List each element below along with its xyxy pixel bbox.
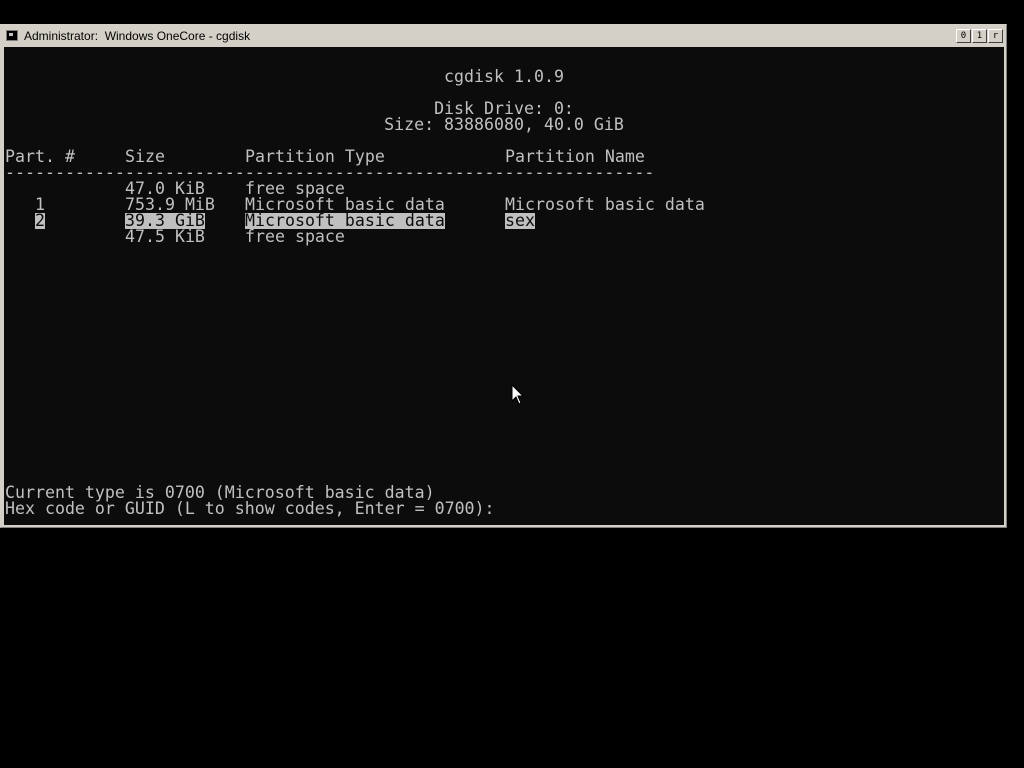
minimize-button[interactable]: 0: [956, 29, 971, 43]
partition-size: 47.5 KiB: [125, 227, 205, 246]
table-row[interactable]: 1 753.9 MiB Microsoft basic data Microso…: [4, 196, 705, 213]
partition-number: 2: [35, 211, 45, 230]
table-row-selected[interactable]: 2 39.3 GiB Microsoft basic data sex: [4, 211, 535, 230]
window-controls: 01r: [955, 29, 1003, 43]
console-area[interactable]: cgdisk 1.0.9 Disk Drive: 0: Size: 838860…: [4, 47, 1004, 525]
hex-code-prompt[interactable]: Hex code or GUID (L to show codes, Enter…: [5, 500, 495, 517]
table-row[interactable]: 47.5 KiB free space: [4, 228, 345, 245]
partition-type: free space: [245, 227, 345, 246]
console-app-icon[interactable]: [6, 30, 18, 41]
disk-size-label: Size: 83886080, 40.0 GiB: [384, 115, 624, 134]
console-window: Administrator: Windows OneCore - cgdisk …: [0, 24, 1007, 528]
partition-name: sex: [505, 211, 535, 230]
table-row[interactable]: 47.0 KiB free space: [4, 180, 345, 197]
title-bar[interactable]: Administrator: Windows OneCore - cgdisk …: [3, 27, 1004, 45]
app-version: cgdisk 1.0.9: [444, 67, 564, 86]
close-button[interactable]: r: [988, 29, 1003, 43]
window-title: Administrator: Windows OneCore - cgdisk: [24, 29, 251, 43]
maximize-button[interactable]: 1: [972, 29, 987, 43]
mouse-pointer-icon: [511, 384, 525, 405]
